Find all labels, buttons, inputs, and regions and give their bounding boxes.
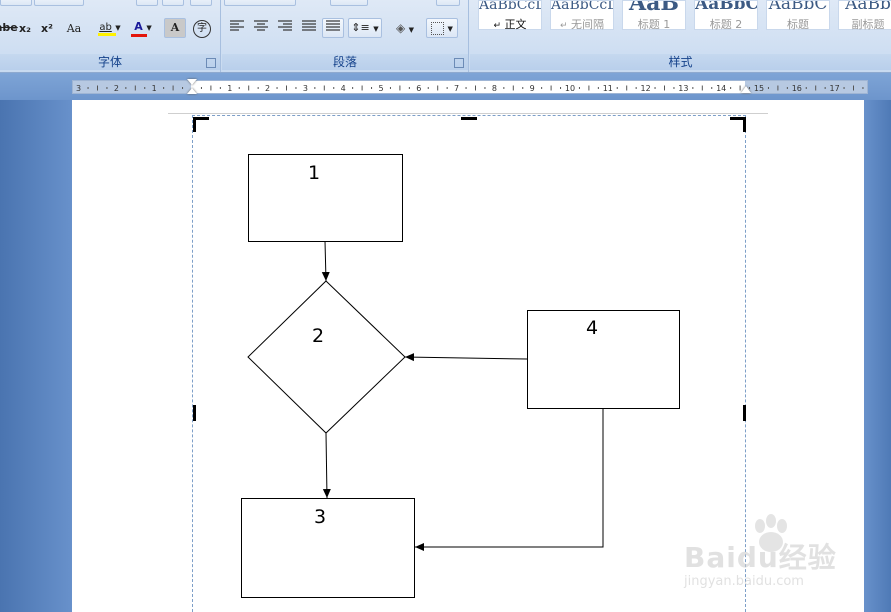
decision-diamond-2[interactable] <box>247 280 406 434</box>
connector-4-to-2[interactable] <box>404 353 528 362</box>
process-box-1-label: 1 <box>308 162 320 184</box>
process-box-1[interactable] <box>248 154 403 242</box>
watermark-text: Baidu经验 <box>684 541 837 574</box>
watermark-url: jingyan.baidu.com <box>684 574 804 589</box>
decision-diamond-2-label: 2 <box>312 325 324 347</box>
connector-1-to-2[interactable] <box>321 240 330 282</box>
process-box-4[interactable] <box>527 310 680 409</box>
process-box-3-label: 3 <box>314 506 326 528</box>
baidu-jingyan-watermark: Baidu经验 jingyan.baidu.com <box>680 514 850 594</box>
process-box-4-label: 4 <box>586 317 598 339</box>
connector-2-to-3[interactable] <box>322 432 331 499</box>
process-box-3[interactable] <box>241 498 415 598</box>
connector-4-to-3[interactable] <box>415 408 604 551</box>
